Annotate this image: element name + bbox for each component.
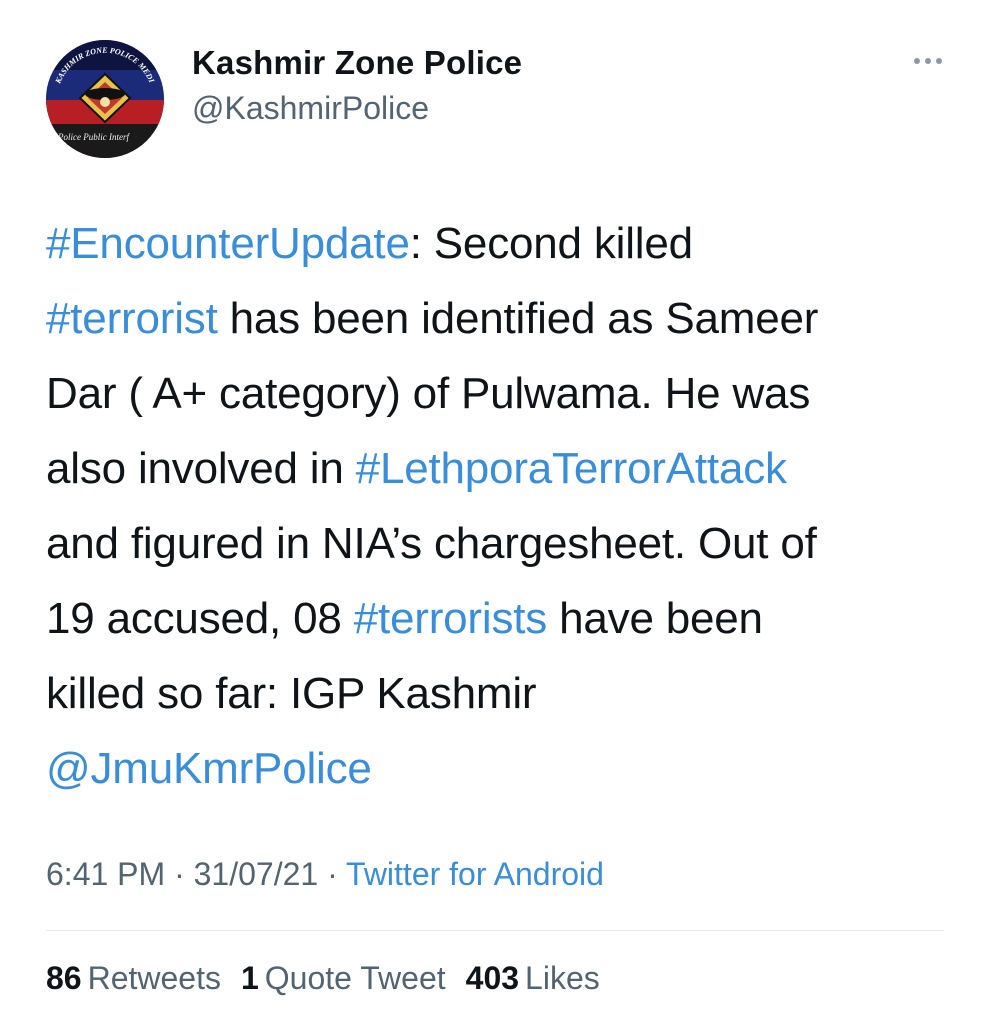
tweet-source-link[interactable]: Twitter for Android	[346, 856, 604, 892]
hashtag-link[interactable]: #terrorists	[354, 594, 548, 643]
tweet-line: @JmuKmrPolice	[46, 731, 950, 806]
retweets-stat[interactable]: 86 Retweets	[46, 960, 221, 997]
tweet-text: #EncounterUpdate: Second killed #terroris…	[46, 206, 950, 806]
tweet-text-segment: Dar ( A+ category) of Pulwama. He was	[46, 369, 811, 418]
tweet-line: 19 accused, 08 #terrorists have been	[46, 581, 950, 656]
likes-label: Likes	[525, 960, 600, 996]
tweet-text-segment: has been identified as Sameer	[217, 294, 819, 343]
tweet-stats: 86 Retweets 1 Quote Tweet 403 Likes	[46, 960, 600, 997]
tweet-text-segment: have been	[547, 594, 763, 643]
hashtag-link[interactable]: #terrorist	[46, 294, 218, 343]
likes-count: 403	[465, 960, 520, 996]
dot	[914, 58, 920, 64]
tweet-text-segment: killed so far: IGP Kashmir	[46, 669, 537, 718]
hashtag-link[interactable]: #EncounterUpdate	[46, 219, 410, 268]
divider	[46, 930, 944, 931]
tweet-line: killed so far: IGP Kashmir	[46, 656, 950, 731]
retweets-count: 86	[46, 960, 82, 996]
separator: ·	[165, 856, 194, 892]
retweets-label: Retweets	[87, 960, 221, 996]
likes-stat[interactable]: 403 Likes	[466, 960, 600, 997]
quote-tweets-stat[interactable]: 1 Quote Tweet	[241, 960, 446, 997]
tweet-line: also involved in #LethporaTerrorAttack	[46, 431, 950, 506]
dot	[925, 58, 931, 64]
tweet-meta: 6:41 PM · 31/07/21 · Twitter for Android	[46, 856, 604, 893]
tweet-line: #EncounterUpdate: Second killed	[46, 206, 950, 281]
avatar[interactable]: KASHMIR ZONE POLICE MEDIA CENT Police Pu…	[46, 40, 164, 158]
tweet-date[interactable]: 31/07/21	[194, 856, 319, 892]
tweet-header: KASHMIR ZONE POLICE MEDIA CENT Police Pu…	[46, 40, 946, 160]
tweet-text-segment: also involved in	[46, 444, 356, 493]
quotes-label: Quote Tweet	[264, 960, 446, 996]
police-emblem-icon: KASHMIR ZONE POLICE MEDIA CENT Police Pu…	[46, 40, 164, 158]
tweet-text-segment: and figured in NIA’s chargesheet. Out of	[46, 519, 817, 568]
more-options-icon[interactable]	[910, 54, 946, 68]
tweet-text-segment: 19 accused, 08	[46, 594, 354, 643]
tweet-time[interactable]: 6:41 PM	[46, 856, 165, 892]
mention-link[interactable]: @JmuKmrPolice	[46, 744, 372, 793]
tweet-line: Dar ( A+ category) of Pulwama. He was	[46, 356, 950, 431]
tweet-text-segment: : Second killed	[409, 219, 693, 268]
author-name[interactable]: Kashmir Zone Police	[192, 44, 522, 82]
tweet-line: and figured in NIA’s chargesheet. Out of	[46, 506, 950, 581]
tweet-line: #terrorist has been identified as Sameer	[46, 281, 950, 356]
quotes-count: 1	[240, 960, 259, 996]
separator: ·	[318, 856, 347, 892]
author-handle[interactable]: @KashmirPolice	[192, 90, 429, 127]
svg-text:Police Public Interf: Police Public Interf	[57, 132, 130, 142]
hashtag-link[interactable]: #LethporaTerrorAttack	[356, 444, 787, 493]
dot	[936, 58, 942, 64]
